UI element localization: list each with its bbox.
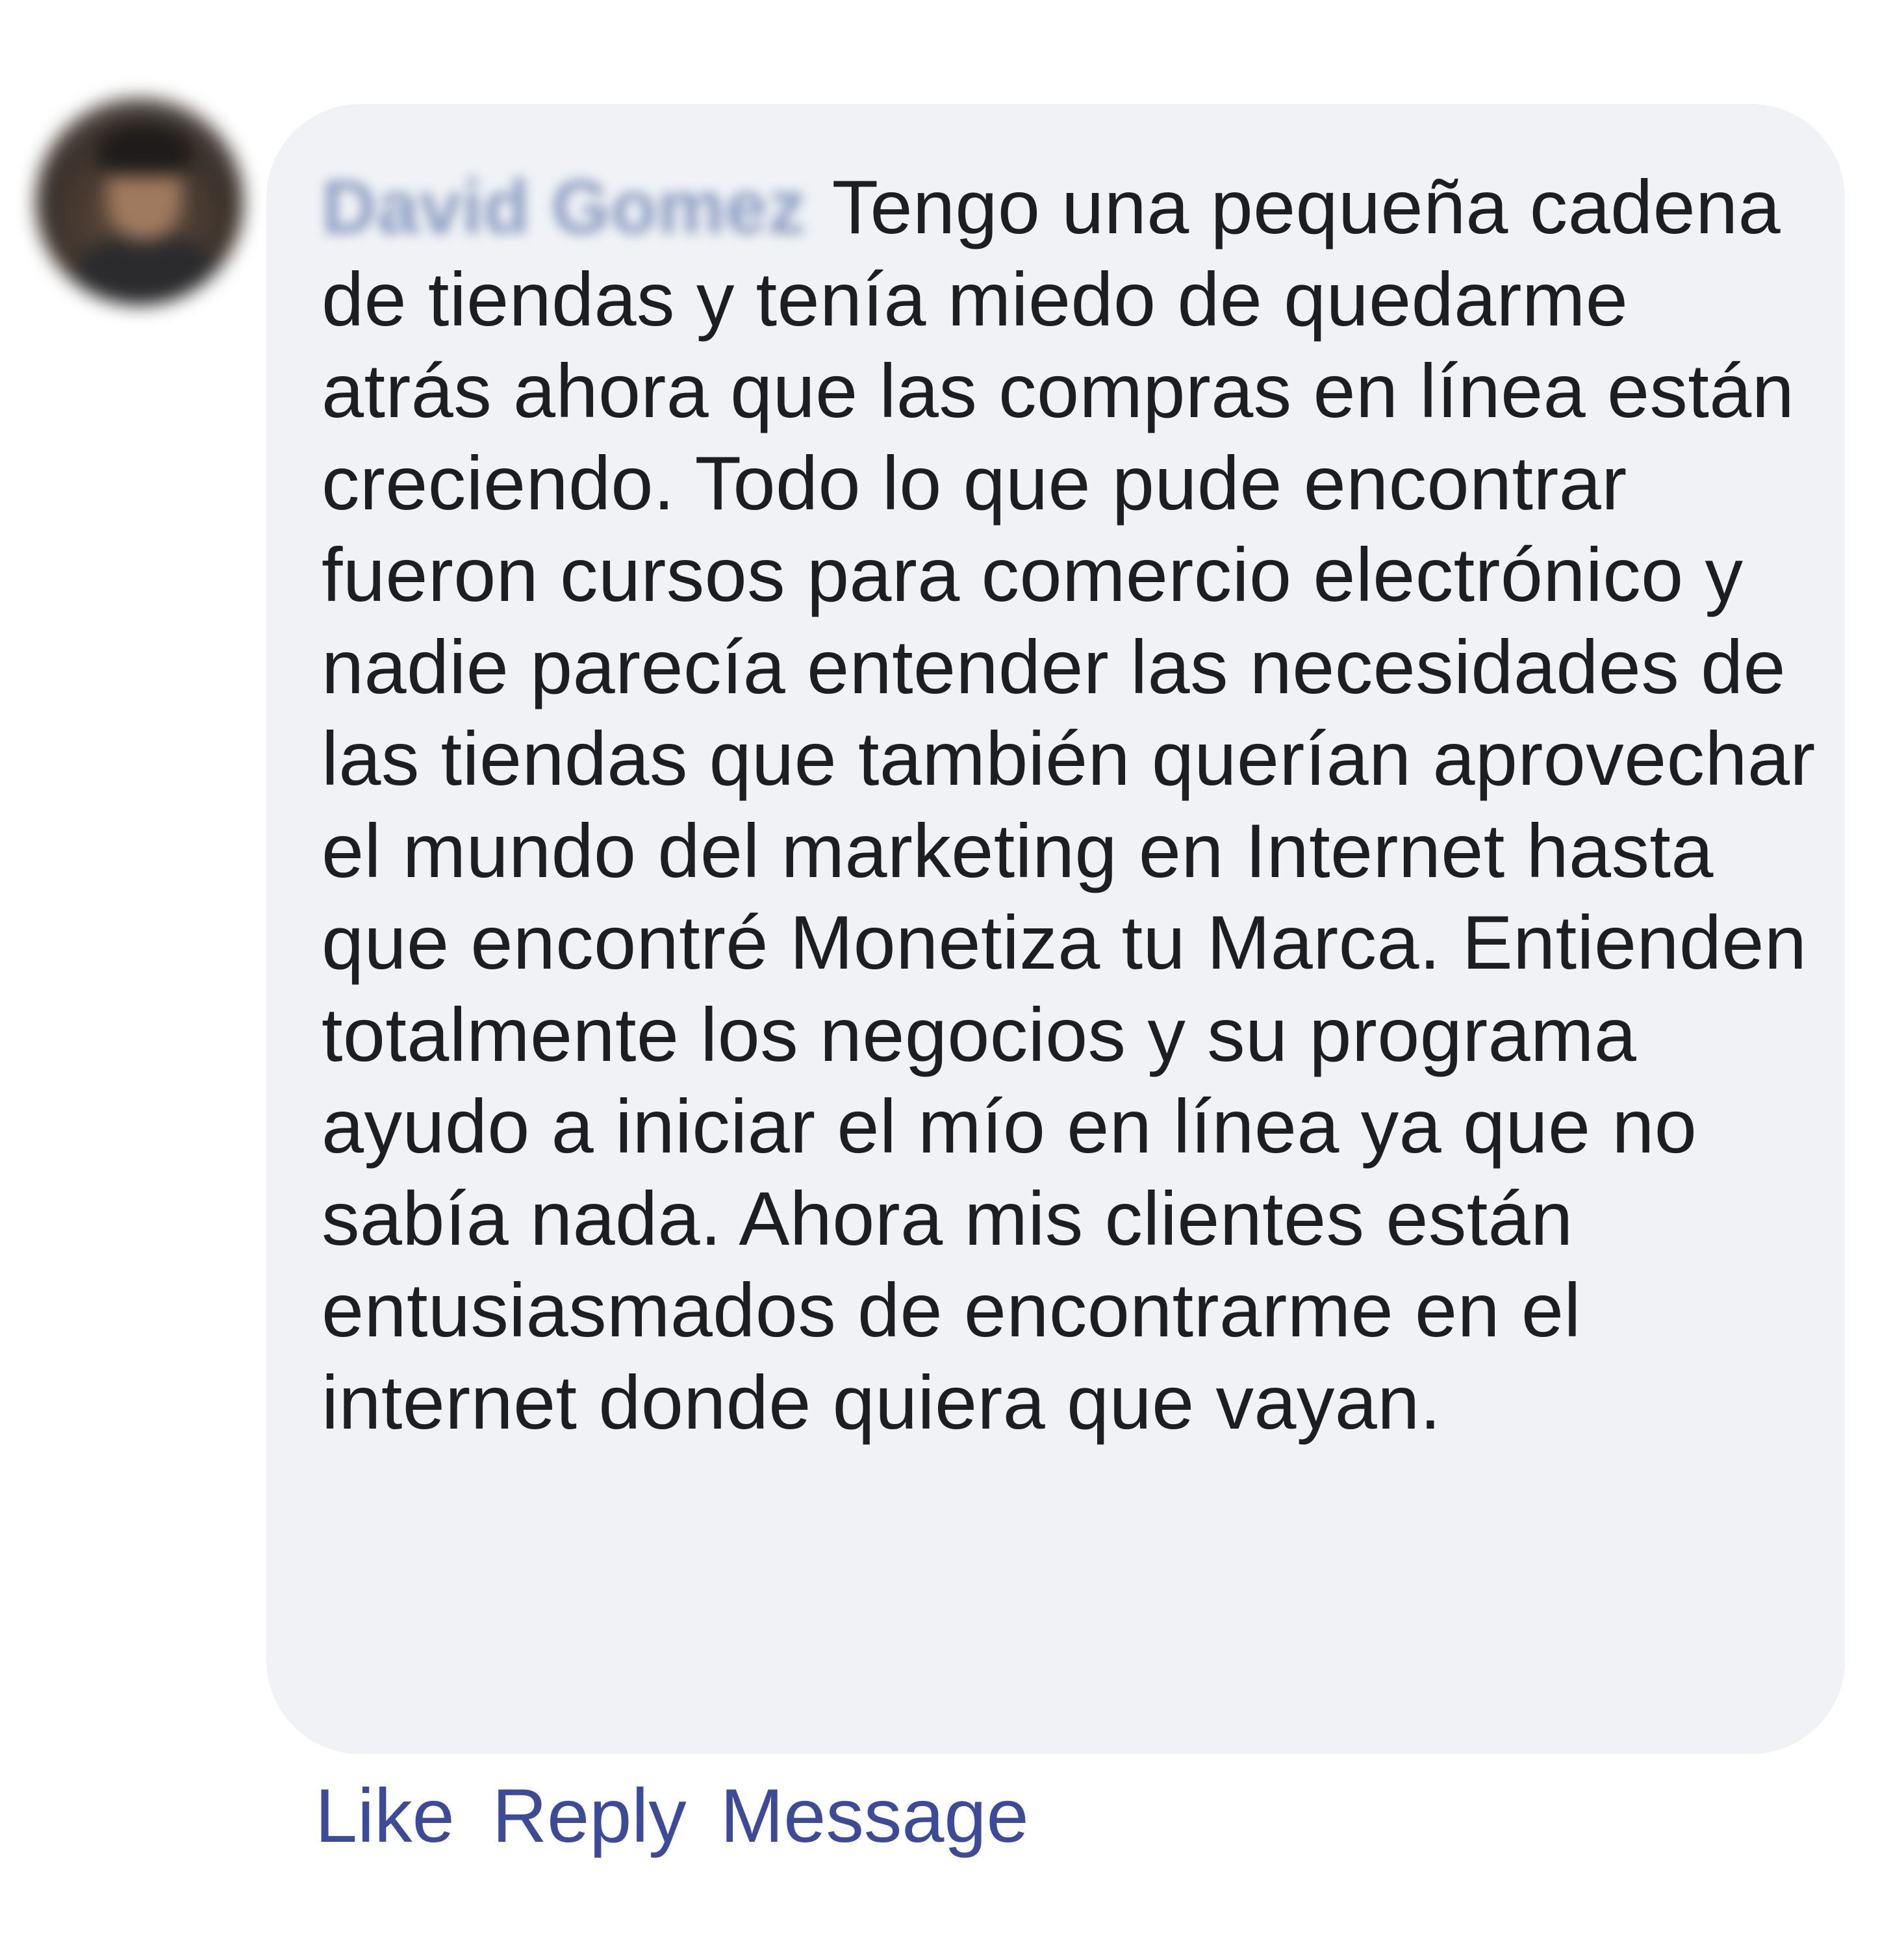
comment-body: David Gomez Tengo una pequeña cadena de t…	[322, 161, 1816, 1448]
avatar[interactable]	[36, 97, 244, 305]
comment-text: Tengo una pequeña cadena de tiendas y te…	[322, 164, 1816, 1445]
comment-actions: Like Reply Message	[315, 1770, 1029, 1861]
like-button[interactable]: Like	[315, 1770, 455, 1861]
reply-button[interactable]: Reply	[492, 1770, 687, 1861]
message-button[interactable]: Message	[720, 1770, 1029, 1861]
avatar-hair	[97, 123, 192, 175]
avatar-shirt	[75, 234, 218, 305]
comment-author[interactable]: David Gomez	[322, 161, 806, 253]
